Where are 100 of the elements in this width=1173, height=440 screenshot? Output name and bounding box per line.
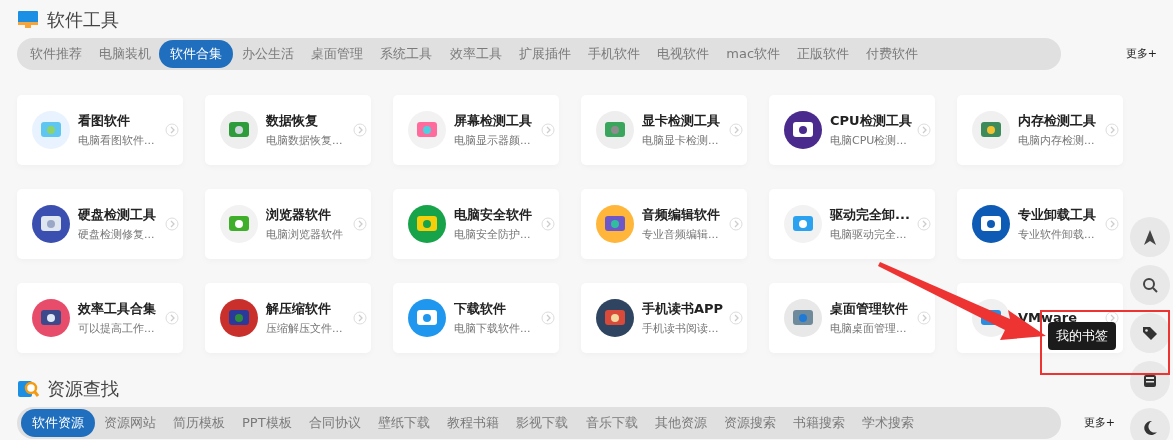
app-icon (32, 111, 70, 149)
app-title: 桌面管理软件 (830, 299, 909, 318)
category-tab[interactable]: 简历模板 (164, 409, 234, 437)
tag-icon (1142, 325, 1158, 341)
category-tab[interactable]: mac软件 (717, 40, 789, 68)
app-title: 效率工具合集 (78, 299, 157, 318)
app-card[interactable]: 浏览器软件 电脑浏览器软件 (205, 189, 371, 259)
search-button[interactable] (1130, 265, 1170, 305)
app-icon (408, 111, 446, 149)
app-description: 电脑数据恢复... (266, 133, 344, 149)
app-card[interactable]: 硬盘检测工具 硬盘检测修复... (17, 189, 183, 259)
category-tab[interactable]: 正版软件 (788, 40, 858, 68)
app-icon (220, 299, 258, 337)
app-title: 显卡检测工具 (642, 111, 721, 130)
app-card[interactable]: 专业卸载工具 专业软件卸载... (957, 189, 1123, 259)
chevron-icon (917, 123, 931, 137)
app-icon (596, 299, 634, 337)
more-link[interactable]: 更多+ (1125, 45, 1157, 63)
chevron-icon (1105, 123, 1119, 137)
search-folder-icon (17, 378, 39, 398)
category-tab[interactable]: 扩展插件 (510, 40, 580, 68)
app-card[interactable]: 下载软件 电脑下载软件... (393, 283, 559, 353)
app-card[interactable]: 屏幕检测工具 电脑显示器颜... (393, 95, 559, 165)
category-tab[interactable]: PPT模板 (233, 409, 301, 437)
moon-icon (1142, 420, 1158, 436)
app-card[interactable]: 电脑安全软件 电脑安全防护... (393, 189, 559, 259)
category-tab[interactable]: 软件合集 (159, 40, 234, 68)
back-to-top-button[interactable] (1130, 217, 1170, 257)
bookmark-button[interactable] (1130, 313, 1170, 353)
app-card[interactable]: 效率工具合集 可以提高工作... (17, 283, 183, 353)
app-title: 驱动完全卸... (830, 205, 909, 224)
chevron-icon (165, 311, 179, 325)
calculator-button[interactable] (1130, 361, 1170, 401)
app-title: 硬盘检测工具 (78, 205, 157, 224)
category-tab[interactable]: 音乐下载 (576, 409, 647, 437)
app-description: 电脑桌面管理... (830, 321, 908, 337)
app-card[interactable]: CPU检测工具 电脑CPU检测... (769, 95, 935, 165)
chevron-icon (917, 311, 931, 325)
app-title: 下载软件 (454, 299, 507, 318)
app-icon (784, 205, 822, 243)
chevron-icon (541, 311, 555, 325)
category-tab[interactable]: 资源搜索 (715, 409, 785, 437)
app-description: 手机读书阅读... (642, 321, 720, 337)
app-card[interactable]: 手机读书APP 手机读书阅读... (581, 283, 747, 353)
app-card[interactable]: 数据恢复 电脑数据恢复... (205, 95, 371, 165)
app-icon (784, 299, 822, 337)
section-title: 资源查找 (47, 376, 119, 401)
app-card[interactable]: 音频编辑软件 专业音频编辑... (581, 189, 747, 259)
more-link[interactable]: 更多+ (1083, 414, 1115, 432)
category-tab[interactable]: 办公生活 (233, 40, 303, 68)
app-card[interactable]: 驱动完全卸... 电脑驱动完全... (769, 189, 935, 259)
category-tab[interactable]: 资源网站 (95, 409, 165, 437)
category-tab[interactable]: 教程书籍 (438, 409, 508, 437)
app-title: 解压缩软件 (266, 299, 332, 318)
app-icon (32, 205, 70, 243)
tooltip: 我的书签 (1048, 322, 1116, 350)
category-tab[interactable]: 付费软件 (857, 40, 928, 68)
category-tab[interactable]: 学术搜索 (853, 409, 923, 437)
up-arrow-icon (1142, 229, 1158, 245)
app-description: 专业音频编辑... (642, 227, 720, 243)
app-icon (408, 205, 446, 243)
category-tab[interactable]: 书籍搜索 (784, 409, 854, 437)
app-description: 硬盘检测修复... (78, 227, 156, 243)
theme-button[interactable] (1130, 408, 1170, 440)
app-card[interactable]: 显卡检测工具 电脑显卡检测... (581, 95, 747, 165)
category-tab[interactable]: 壁纸下载 (369, 409, 439, 437)
chevron-icon (353, 217, 367, 231)
monitor-icon (17, 9, 39, 29)
app-title: 电脑安全软件 (454, 205, 533, 224)
app-icon (220, 205, 258, 243)
app-description: 电脑内存检测... (1018, 133, 1096, 149)
category-tab[interactable]: 系统工具 (371, 40, 441, 68)
category-tab[interactable]: 影视下载 (507, 409, 577, 437)
category-tab[interactable]: 手机软件 (579, 40, 649, 68)
category-tab[interactable]: 电视软件 (648, 40, 718, 68)
chevron-icon (165, 217, 179, 231)
app-card[interactable]: 看图软件 电脑看图软件... (17, 95, 183, 165)
app-card[interactable]: 内存检测工具 电脑内存检测... (957, 95, 1123, 165)
chevron-icon (729, 123, 743, 137)
app-card[interactable]: 解压缩软件 压缩解压文件... (205, 283, 371, 353)
app-card[interactable]: 桌面管理软件 电脑桌面管理... (769, 283, 935, 353)
app-icon (784, 111, 822, 149)
app-description: 电脑看图软件... (78, 133, 156, 149)
app-description: 电脑安全防护... (454, 227, 532, 243)
section-title: 软件工具 (47, 7, 119, 32)
chevron-icon (729, 311, 743, 325)
app-title: 看图软件 (78, 111, 131, 130)
category-tab[interactable]: 效率工具 (440, 40, 511, 68)
chevron-icon (541, 123, 555, 137)
app-description: 可以提高工作... (78, 321, 156, 337)
category-tab[interactable]: 软件资源 (21, 409, 95, 437)
category-tab[interactable]: 合同协议 (300, 409, 370, 437)
category-tab[interactable]: 其他资源 (646, 409, 716, 437)
app-title: 专业卸载工具 (1018, 205, 1097, 224)
category-tab[interactable]: 桌面管理 (302, 40, 372, 68)
app-title: 手机读书APP (642, 299, 721, 318)
category-tab[interactable]: 软件推荐 (21, 40, 91, 68)
category-tab[interactable]: 电脑装机 (90, 40, 160, 68)
chevron-icon (541, 217, 555, 231)
app-title: 浏览器软件 (266, 205, 332, 224)
